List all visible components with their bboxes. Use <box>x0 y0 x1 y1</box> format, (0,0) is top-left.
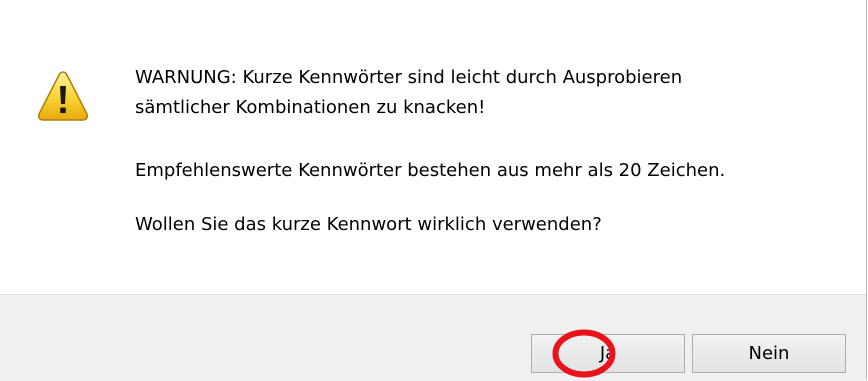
warning-message-line-2: sämtlicher Kombinationen zu knacken! <box>135 97 486 118</box>
warning-message-line-1: WARNUNG: Kurze Kennwörter sind leicht du… <box>135 67 683 88</box>
yes-button[interactable]: Ja <box>531 334 685 373</box>
dialog-content: WARNUNG: Kurze Kennwörter sind leicht du… <box>0 0 866 294</box>
confirmation-question: Wollen Sie das kurze Kennwort wirklich v… <box>135 214 602 235</box>
warning-triangle-icon <box>37 71 89 121</box>
dialog-button-bar: Ja Nein <box>0 294 866 381</box>
warning-dialog: WARNUNG: Kurze Kennwörter sind leicht du… <box>0 0 867 381</box>
no-button[interactable]: Nein <box>692 334 846 373</box>
recommendation-message: Empfehlenswerte Kennwörter bestehen aus … <box>135 160 726 181</box>
